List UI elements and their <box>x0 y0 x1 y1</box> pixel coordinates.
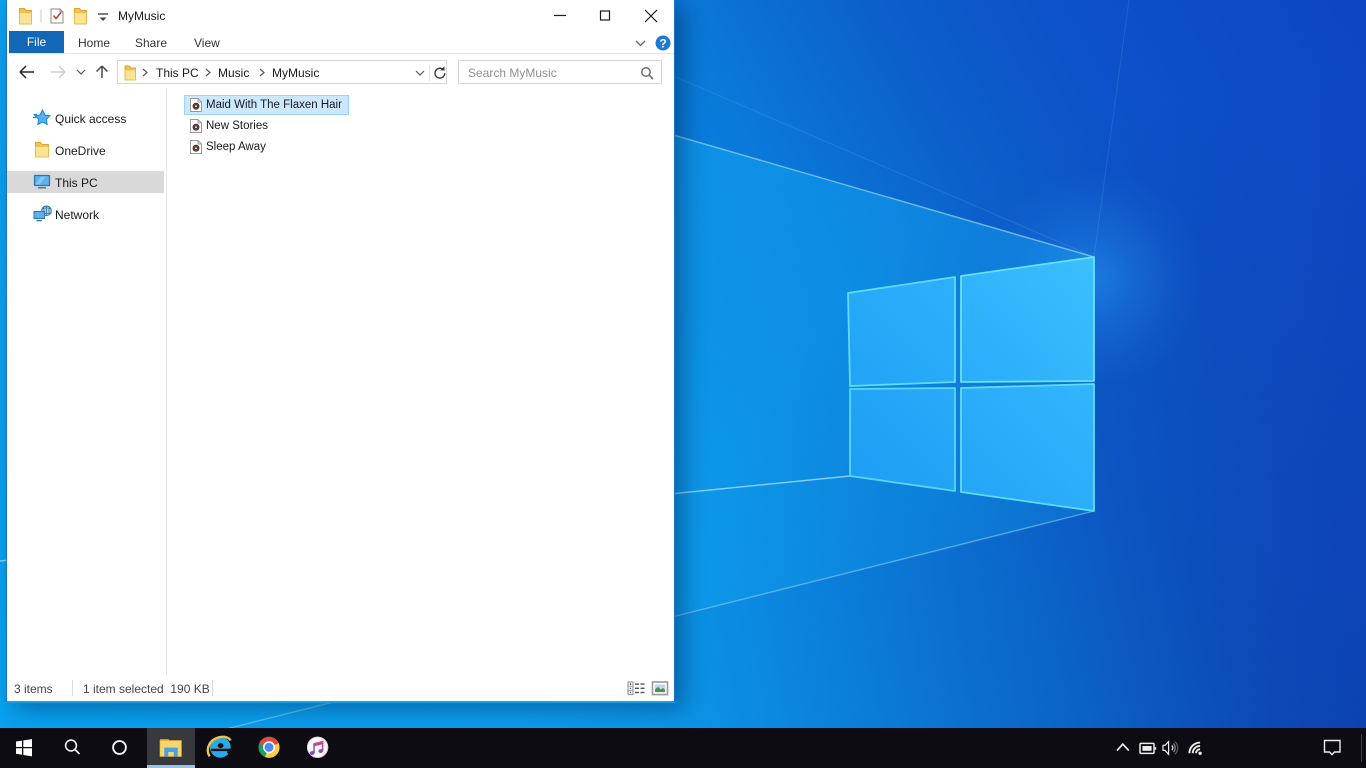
svg-text:?: ? <box>659 37 666 51</box>
